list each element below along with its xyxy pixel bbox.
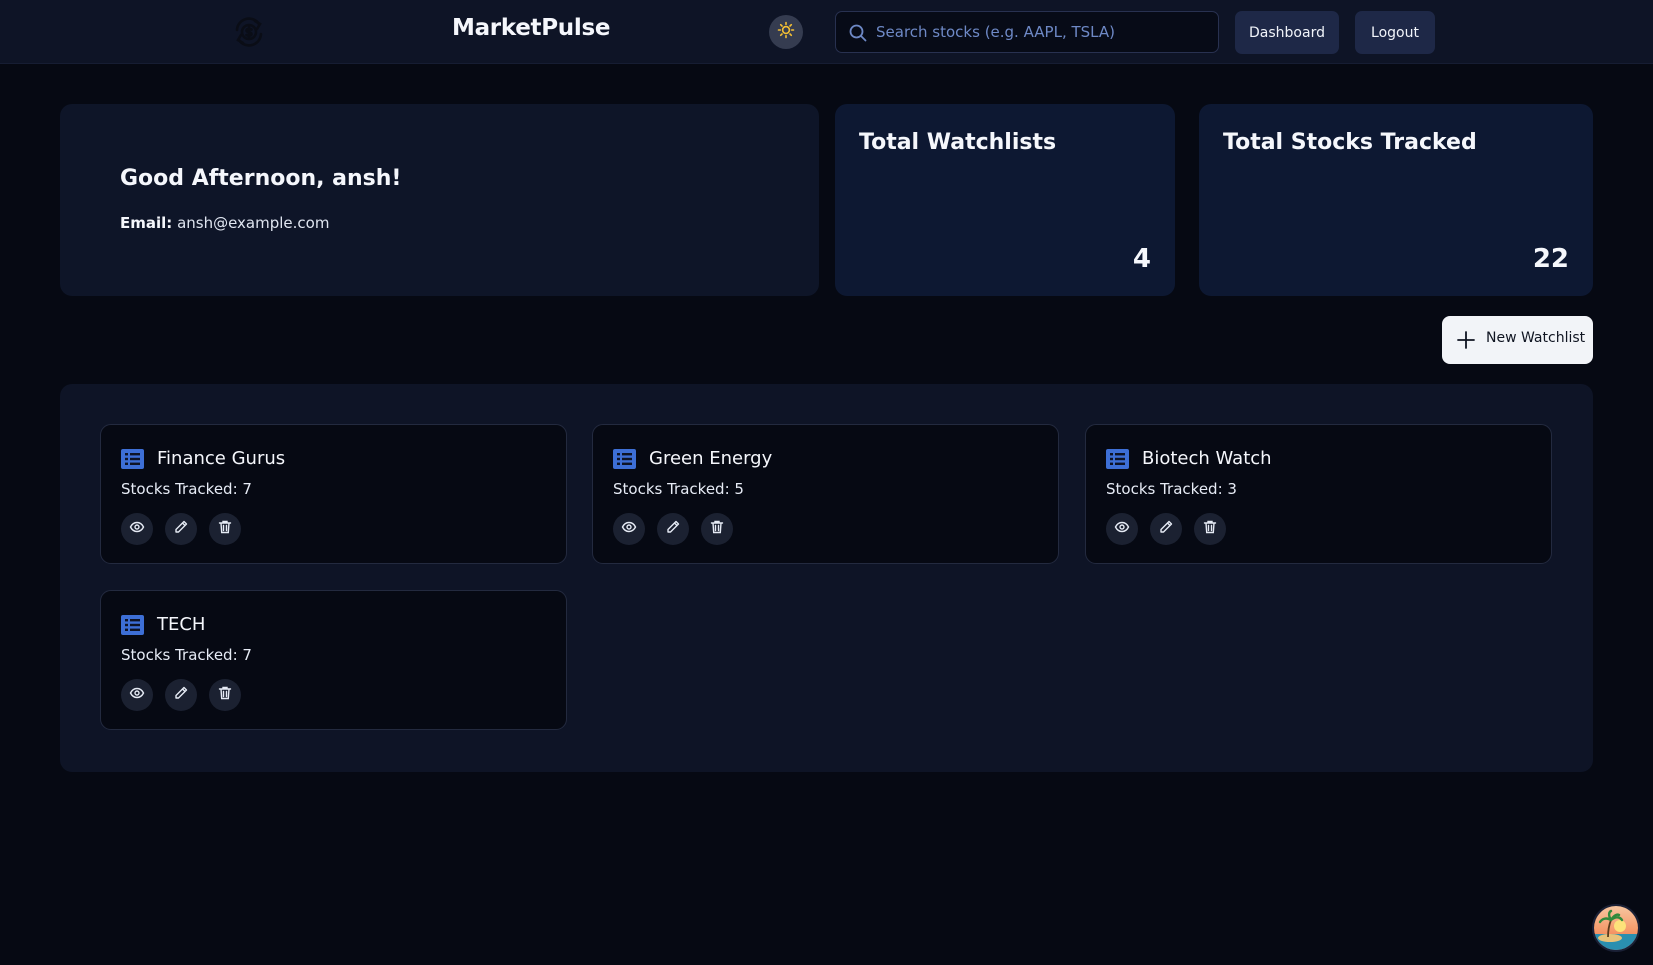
eye-icon (129, 519, 145, 539)
watchlists-panel: Finance Gurus Stocks Tracked: 7 Green En… (60, 384, 1593, 772)
edit-button[interactable] (1150, 513, 1182, 545)
welcome-card: Good Afternoon, ansh! Email: ansh@exampl… (60, 104, 819, 296)
email-label: Email: (120, 214, 173, 232)
edit-button[interactable] (165, 679, 197, 711)
watchlist-name: TECH (157, 614, 206, 635)
watchlist-card[interactable]: Biotech Watch Stocks Tracked: 3 (1085, 424, 1552, 564)
watchlist-card[interactable]: TECH Stocks Tracked: 7 (100, 590, 567, 730)
plus-icon (1456, 330, 1476, 350)
watchlist-card[interactable]: Green Energy Stocks Tracked: 5 (592, 424, 1059, 564)
pencil-icon (173, 519, 189, 539)
new-watchlist-label: New Watchlist (1486, 330, 1586, 346)
brand-title[interactable]: MarketPulse (452, 15, 610, 41)
trash-icon (1202, 519, 1218, 539)
dashboard-button[interactable]: Dashboard (1235, 11, 1339, 54)
watchlist-count: Stocks Tracked: 5 (613, 480, 744, 498)
email-value: ansh@example.com (177, 214, 330, 232)
total-watchlists-title: Total Watchlists (859, 130, 1057, 155)
theme-toggle-button[interactable] (769, 15, 803, 49)
watchlist-count: Stocks Tracked: 7 (121, 480, 252, 498)
delete-button[interactable] (701, 513, 733, 545)
watchlist-name: Biotech Watch (1142, 448, 1272, 469)
search-icon (848, 23, 868, 43)
currency-exchange-icon[interactable] (229, 13, 269, 51)
total-watchlists-card: Total Watchlists 4 (835, 104, 1175, 296)
watchlist-count: Stocks Tracked: 3 (1106, 480, 1237, 498)
trash-icon (217, 519, 233, 539)
search-bar (835, 11, 1219, 53)
view-button[interactable] (1106, 513, 1138, 545)
pencil-icon (1158, 519, 1174, 539)
watchlist-count: Stocks Tracked: 7 (121, 646, 252, 664)
email-line: Email: ansh@example.com (120, 214, 329, 232)
pencil-icon (665, 519, 681, 539)
total-watchlists-value: 4 (1132, 244, 1151, 274)
search-input[interactable] (876, 12, 1206, 52)
logout-button[interactable]: Logout (1355, 11, 1435, 54)
list-icon (121, 449, 144, 469)
edit-button[interactable] (165, 513, 197, 545)
watchlist-name: Green Energy (649, 448, 773, 469)
view-button[interactable] (121, 513, 153, 545)
eye-icon (1114, 519, 1130, 539)
avatar[interactable] (1592, 904, 1640, 952)
view-button[interactable] (121, 679, 153, 711)
delete-button[interactable] (209, 679, 241, 711)
total-stocks-value: 22 (1532, 244, 1569, 274)
edit-button[interactable] (657, 513, 689, 545)
eye-icon (129, 685, 145, 705)
delete-button[interactable] (1194, 513, 1226, 545)
sun-icon (777, 21, 795, 43)
list-icon (613, 449, 636, 469)
delete-button[interactable] (209, 513, 241, 545)
eye-icon (621, 519, 637, 539)
watchlist-name: Finance Gurus (157, 448, 286, 469)
total-stocks-card: Total Stocks Tracked 22 (1199, 104, 1593, 296)
trash-icon (709, 519, 725, 539)
watchlist-card[interactable]: Finance Gurus Stocks Tracked: 7 (100, 424, 567, 564)
list-icon (1106, 449, 1129, 469)
view-button[interactable] (613, 513, 645, 545)
top-navbar: MarketPulse Dashboard Logout (0, 0, 1653, 64)
greeting-text: Good Afternoon, ansh! (120, 166, 402, 191)
pencil-icon (173, 685, 189, 705)
trash-icon (217, 685, 233, 705)
new-watchlist-button[interactable]: New Watchlist (1442, 316, 1593, 364)
list-icon (121, 615, 144, 635)
total-stocks-title: Total Stocks Tracked (1223, 130, 1477, 155)
